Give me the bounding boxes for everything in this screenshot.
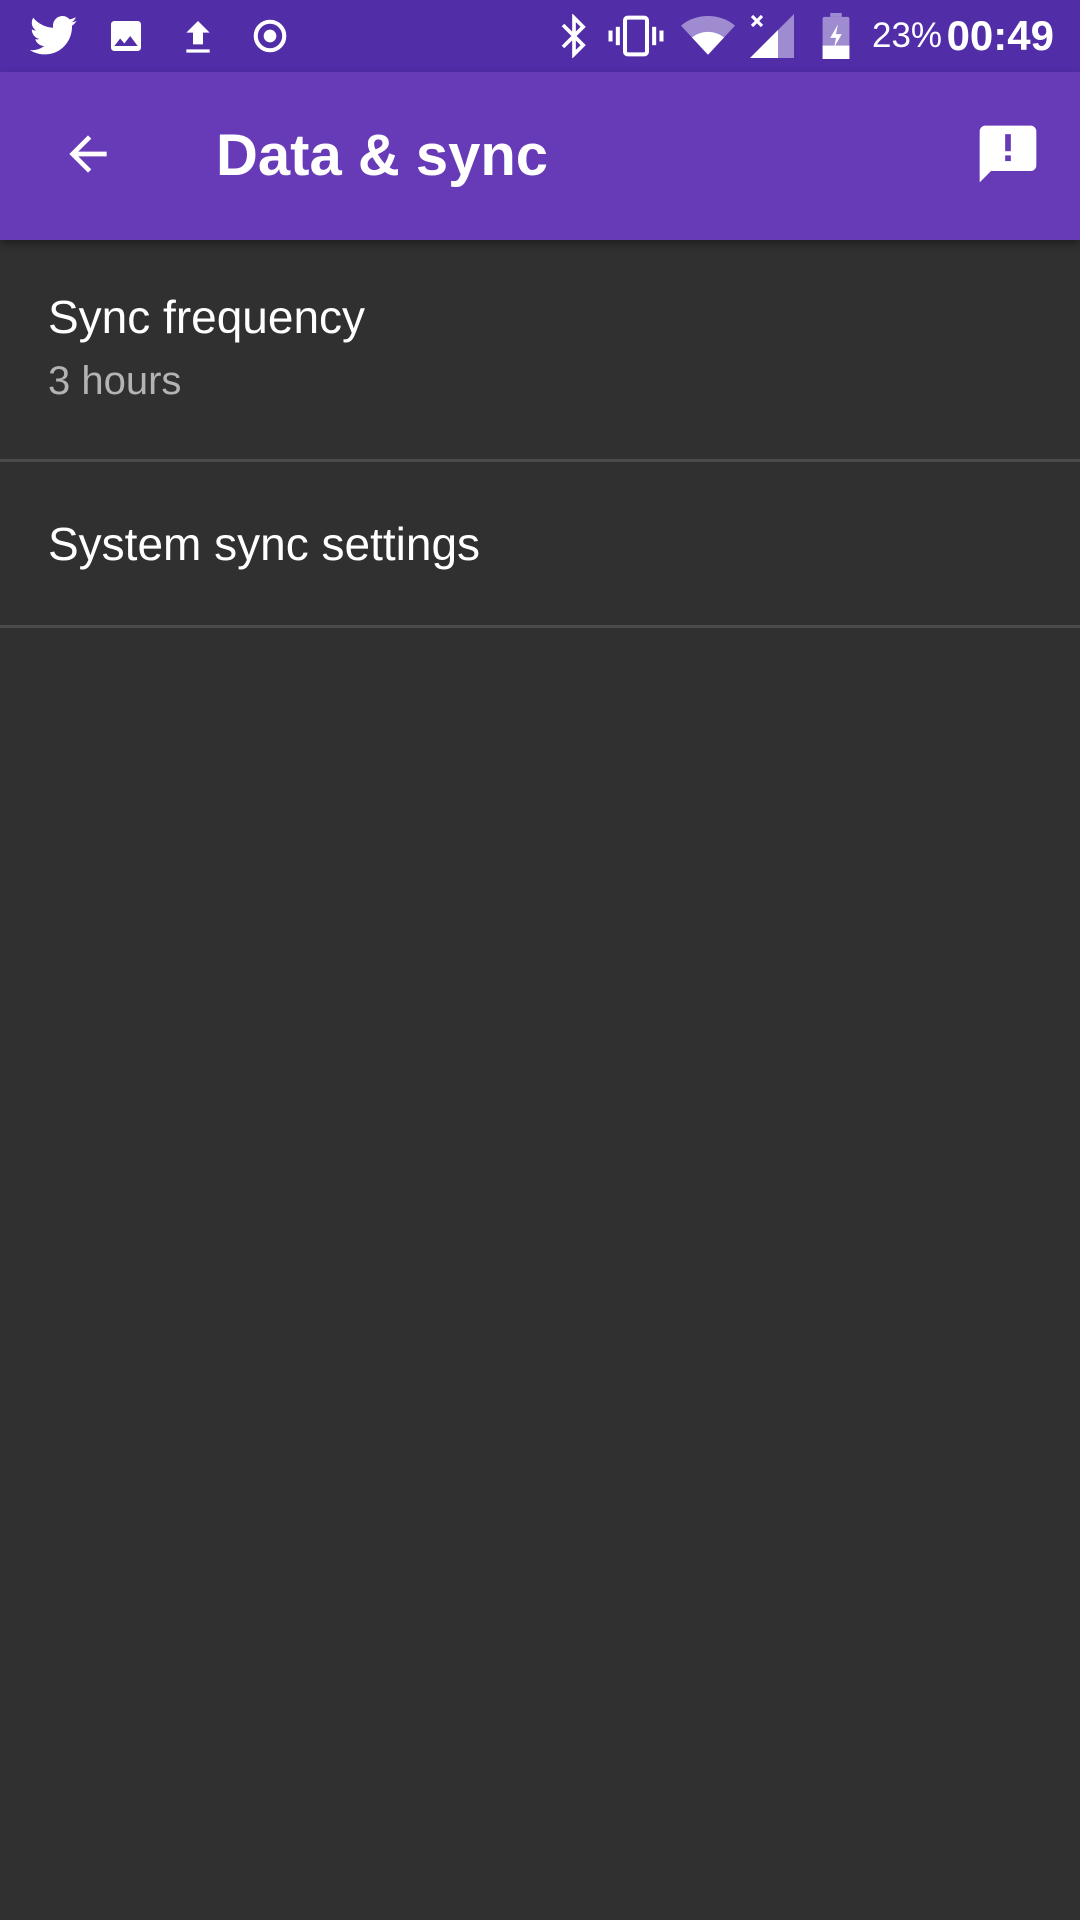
app-bar: Data & sync <box>0 72 1080 240</box>
system-sync-settings-item[interactable]: System sync settings <box>0 462 1080 625</box>
sync-frequency-summary: 3 hours <box>48 359 182 403</box>
cell-signal-icon <box>748 0 796 72</box>
upload-icon <box>176 0 220 72</box>
record-icon <box>248 0 292 72</box>
arrow-back-icon <box>60 126 116 187</box>
feedback-button[interactable] <box>960 108 1056 204</box>
image-icon <box>104 0 148 72</box>
twitter-icon <box>28 0 80 72</box>
back-button[interactable] <box>40 108 136 204</box>
clock: 00:49 <box>946 12 1054 59</box>
status-bar: 23% 00:49 <box>0 0 1080 72</box>
battery-charging-icon <box>816 0 856 72</box>
system-sync-settings-title: System sync settings <box>48 518 481 570</box>
bluetooth-icon <box>556 0 592 72</box>
wifi-icon <box>680 0 736 72</box>
page-title: Data & sync <box>216 123 549 188</box>
sync-frequency-item[interactable]: Sync frequency 3 hours <box>0 240 1080 459</box>
battery-percent: 23% <box>872 16 943 55</box>
settings-list: Sync frequency 3 hours System sync setti… <box>0 240 1080 628</box>
divider <box>0 625 1080 628</box>
sync-frequency-title: Sync frequency <box>48 291 366 343</box>
feedback-icon <box>974 120 1042 193</box>
screen: 23% 00:49 Data & sync Sync frequency 3 h… <box>0 0 1080 1920</box>
vibrate-icon <box>608 0 664 72</box>
